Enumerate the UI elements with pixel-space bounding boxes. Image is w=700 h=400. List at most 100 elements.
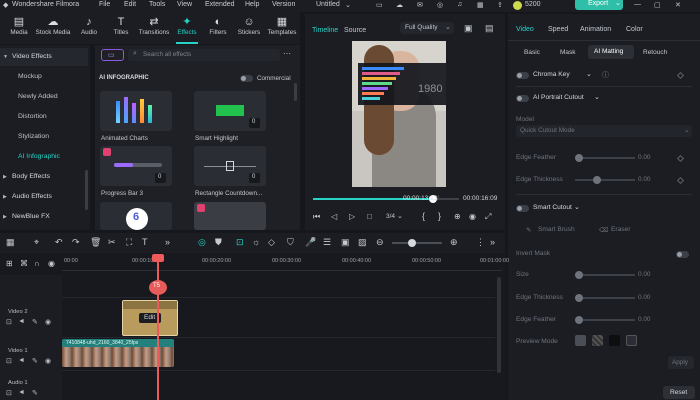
chevron-down-icon[interactable]: ⌄ [397, 212, 403, 220]
keyframe-icon[interactable] [676, 176, 685, 185]
quality-select[interactable]: Full Quality ⌄ [400, 22, 454, 34]
snapshot-icon[interactable]: ▣ [464, 23, 473, 34]
playhead-handle[interactable] [152, 254, 164, 262]
preview-mode-original[interactable] [575, 335, 586, 346]
eraser-icon[interactable]: ⌫ [599, 226, 608, 234]
tab-titles[interactable]: T Titles [106, 15, 136, 43]
bell-icon[interactable]: ♫ [457, 1, 462, 8]
subtab-ai-matting[interactable]: AI Matting [588, 45, 634, 59]
smart-brush-icon[interactable]: ✎ [526, 226, 532, 234]
sidebar-item-stylization[interactable]: Stylization [0, 128, 88, 146]
mark-out-icon[interactable]: } [438, 211, 441, 221]
sidebar-item-distortion[interactable]: Distortion [0, 108, 88, 126]
chevron-down-icon[interactable]: ⌄ [586, 70, 592, 78]
menu-version[interactable]: Version [272, 1, 295, 8]
keyframe-icon[interactable] [676, 71, 685, 80]
eraser-button[interactable]: Eraser [611, 226, 630, 233]
slider-knob[interactable] [575, 154, 583, 162]
link-icon[interactable]: ⌘ [20, 259, 28, 268]
gift-icon[interactable]: ✉ [417, 1, 423, 9]
commercial-toggle[interactable] [240, 75, 253, 82]
split-layout-icon[interactable]: ▦ [6, 237, 15, 248]
menu-tools[interactable]: Tools [149, 1, 165, 8]
cloud-icon[interactable]: ☁ [396, 1, 403, 9]
effects-scrollbar[interactable] [294, 83, 297, 101]
slider-knob[interactable] [575, 294, 583, 302]
subtab-basic[interactable]: Basic [524, 49, 540, 56]
zoom-icon[interactable]: ⊕ [454, 212, 461, 221]
edge-thickness-slider[interactable] [575, 176, 635, 184]
track-edit-icon[interactable]: ✎ [32, 389, 38, 397]
mark-in-icon[interactable]: { [422, 211, 425, 221]
reset-button[interactable]: Reset [663, 386, 695, 399]
keyframe-icon[interactable] [676, 154, 685, 163]
edge-thickness-2-value[interactable]: 0.00 [638, 294, 650, 301]
subtab-retouch[interactable]: Retouch [643, 49, 667, 56]
track-lock-icon[interactable]: ⊡ [6, 318, 12, 326]
step-back-icon[interactable]: ◁ [331, 212, 337, 221]
slider-knob[interactable] [575, 271, 583, 279]
sidebar-item-mockup[interactable]: Mockup [0, 68, 88, 86]
export-button[interactable]: Export ⌄ [575, 0, 623, 10]
tab-templates[interactable]: ▦ Templates [266, 15, 298, 43]
sidebar-item-newblue-fx[interactable]: ▶ NewBlue FX [0, 208, 88, 226]
video-frame[interactable]: 1980 [352, 41, 446, 187]
tab-animation[interactable]: Animation [580, 26, 611, 33]
ai-portrait-toggle[interactable] [516, 95, 529, 102]
chroma-key-toggle[interactable] [516, 72, 529, 79]
model-select[interactable]: Quick Cutout Mode ⌄ [516, 125, 692, 137]
minimize-icon[interactable]: — [634, 1, 641, 8]
help-icon[interactable]: ⓘ [602, 70, 609, 80]
shield-icon[interactable]: ⛊ [215, 237, 222, 248]
preview-mode-transparent[interactable] [592, 335, 603, 346]
monitor-icon[interactable]: ▭ [376, 1, 383, 9]
redo-icon[interactable]: ↷ [72, 237, 80, 248]
effect-clip[interactable]: Edit [122, 300, 178, 336]
tab-effects[interactable]: ✦ Effects [172, 15, 202, 43]
ratio-select[interactable]: 3/4 [386, 213, 395, 220]
edge-feather-2-slider[interactable] [575, 316, 635, 324]
undo-icon[interactable]: ↶ [55, 237, 63, 248]
select-icon[interactable]: ⌖ [34, 237, 39, 248]
add-track-icon[interactable]: ⊞ [6, 259, 13, 268]
more-options-icon[interactable]: » [490, 237, 495, 247]
text-icon[interactable]: T [142, 237, 148, 247]
favorites-filter-button[interactable]: ▭ [101, 49, 124, 61]
upload-icon[interactable]: ⇪ [497, 1, 503, 9]
menu-help[interactable]: Help [245, 1, 259, 8]
sidebar-item-newly-added[interactable]: Newly Added [0, 88, 88, 106]
close-icon[interactable]: ✕ [675, 1, 681, 9]
sidebar-item-video-effects[interactable]: ▼ Video Effects [0, 48, 88, 66]
tab-video[interactable]: Video [516, 26, 534, 33]
time-ruler[interactable]: 00:00 00:00:10:00 00:00:20:00 00:00:30:0… [62, 257, 509, 271]
more-tools-icon[interactable]: » [165, 237, 170, 247]
tab-source-preview[interactable]: Source [344, 27, 366, 34]
size-value[interactable]: 0.00 [638, 271, 650, 278]
sun-icon[interactable]: ☼ [252, 237, 260, 247]
tab-audio[interactable]: ♪ Audio [74, 15, 104, 43]
ai-tools-icon[interactable]: ◎ [198, 237, 206, 248]
list-icon[interactable]: ☰ [323, 237, 331, 248]
preview-mode-black[interactable] [609, 335, 620, 346]
tab-stock-media[interactable]: ☁ Stock Media [33, 15, 73, 43]
slider-knob[interactable] [593, 176, 601, 184]
record-icon[interactable]: ⊡ [236, 237, 244, 248]
track-edit-icon[interactable]: ✎ [32, 318, 38, 326]
chevron-down-icon[interactable]: ⌄ [345, 1, 351, 9]
sidebar-item-audio-effects[interactable]: ▶ Audio Effects [0, 188, 88, 206]
prev-frame-icon[interactable]: ⏮ [313, 212, 320, 222]
timeline-scrollbar[interactable] [497, 277, 501, 373]
zoom-out-icon[interactable]: ⊖ [376, 237, 384, 248]
eye-icon[interactable]: ◉ [48, 259, 55, 268]
playhead-marker[interactable]: T5 [149, 280, 167, 295]
sidebar-scrollbar[interactable] [85, 170, 88, 210]
edge-feather-value[interactable]: 0.00 [638, 154, 650, 161]
crop-icon[interactable]: ⛶ [126, 237, 132, 248]
menu-edit[interactable]: Edit [124, 1, 136, 8]
tab-filters[interactable]: ◐ Filters [203, 15, 233, 43]
menu-view[interactable]: View [177, 1, 192, 8]
maximize-icon[interactable]: ▢ [654, 1, 661, 9]
edge-thickness-2-slider[interactable] [575, 294, 635, 302]
track-audio-icon[interactable]: ◄ [18, 389, 25, 396]
effect-card-progress-bar-3[interactable]: 0 [100, 146, 172, 186]
